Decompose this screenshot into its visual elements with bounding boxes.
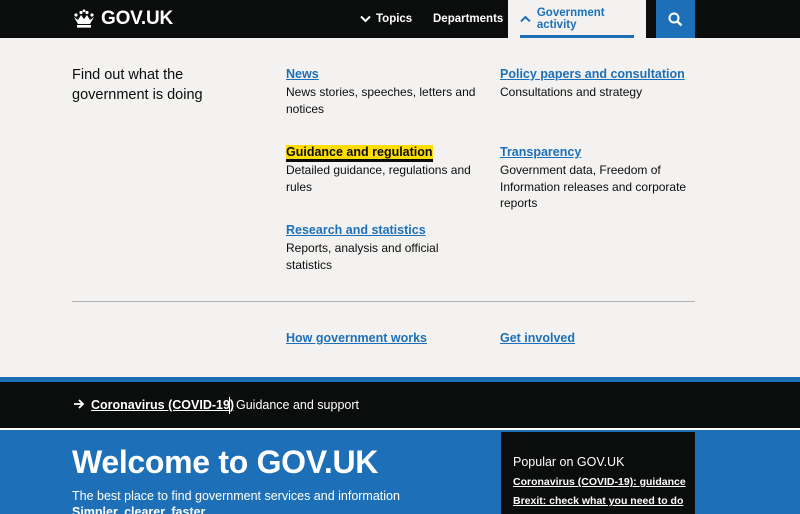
nav-topics-button[interactable]: Topics	[360, 0, 412, 38]
popular-link-brexit[interactable]: Brexit: check what you need to do	[513, 495, 683, 508]
site-header: GOV.UK Topics Departments Government act…	[0, 0, 800, 38]
hero-subtitle: The best place to find government servic…	[72, 489, 400, 503]
hero-title: Welcome to GOV.UK	[72, 444, 379, 480]
search-button[interactable]	[656, 0, 695, 38]
popular-heading: Popular on GOV.UK	[513, 455, 625, 469]
covid-banner: Coronavirus (COVID-19) Guidance and supp…	[0, 382, 800, 428]
policy-papers-description: Consultations and strategy	[500, 85, 643, 99]
logo-text: GOV.UK	[101, 8, 174, 29]
search-icon	[668, 12, 683, 26]
get-involved-link[interactable]: Get involved	[500, 331, 575, 345]
transparency-description: Government data, Freedom of Information …	[500, 163, 687, 210]
research-description: Reports, analysis and official statistic…	[286, 241, 439, 272]
menu-item-get-involved: Get involved	[500, 329, 700, 347]
news-description: News stories, speeches, letters and noti…	[286, 85, 476, 116]
research-link[interactable]: Research and statistics	[286, 223, 426, 237]
nav-government-activity-label: Government activity	[536, 7, 605, 31]
nav-government-activity-button[interactable]: Government activity	[508, 0, 646, 38]
popular-box: Popular on GOV.UK Coronavirus (COVID-19)…	[501, 432, 695, 514]
arrow-right-icon	[74, 399, 85, 409]
guidance-link[interactable]: Guidance and regulation	[286, 145, 433, 159]
news-link[interactable]: News	[286, 67, 319, 81]
nav-departments-link[interactable]: Departments	[433, 0, 503, 38]
nav-topics-label: Topics	[376, 13, 413, 25]
banner-separator	[229, 397, 230, 414]
covid-banner-text: Guidance and support	[236, 398, 360, 412]
menu-item-news: News News stories, speeches, letters and…	[286, 65, 486, 117]
nav-departments-label: Departments	[433, 13, 504, 25]
crown-icon	[74, 9, 94, 28]
menu-item-guidance: Guidance and regulation Detailed guidanc…	[286, 143, 486, 195]
menu-item-transparency: Transparency Government data, Freedom of…	[500, 143, 700, 212]
covid-link[interactable]: Coronavirus (COVID-19)	[91, 398, 234, 413]
menu-intro-text: Find out what the government is doing	[72, 67, 203, 103]
govuk-logo-link[interactable]: GOV.UK	[72, 9, 173, 29]
chevron-up-icon	[520, 15, 531, 23]
government-activity-menu: Find out what the government is doing Ne…	[0, 38, 800, 377]
transparency-link[interactable]: Transparency	[500, 145, 581, 159]
hero-section: Welcome to GOV.UK The best place to find…	[0, 430, 800, 514]
menu-divider	[72, 301, 695, 302]
chevron-down-icon	[360, 15, 371, 23]
guidance-description: Detailed guidance, regulations and rules	[286, 163, 471, 194]
policy-papers-link[interactable]: Policy papers and consultation	[500, 67, 685, 81]
menu-item-how-government-works: How government works	[286, 329, 486, 347]
hero-tagline: Simpler, clearer, faster	[72, 505, 206, 514]
menu-item-research: Research and statistics Reports, analysi…	[286, 221, 486, 273]
menu-item-policy: Policy papers and consultation Consultat…	[500, 65, 700, 101]
popular-link-covid[interactable]: Coronavirus (COVID-19): guidance	[513, 476, 686, 489]
how-government-works-link[interactable]: How government works	[286, 331, 427, 345]
